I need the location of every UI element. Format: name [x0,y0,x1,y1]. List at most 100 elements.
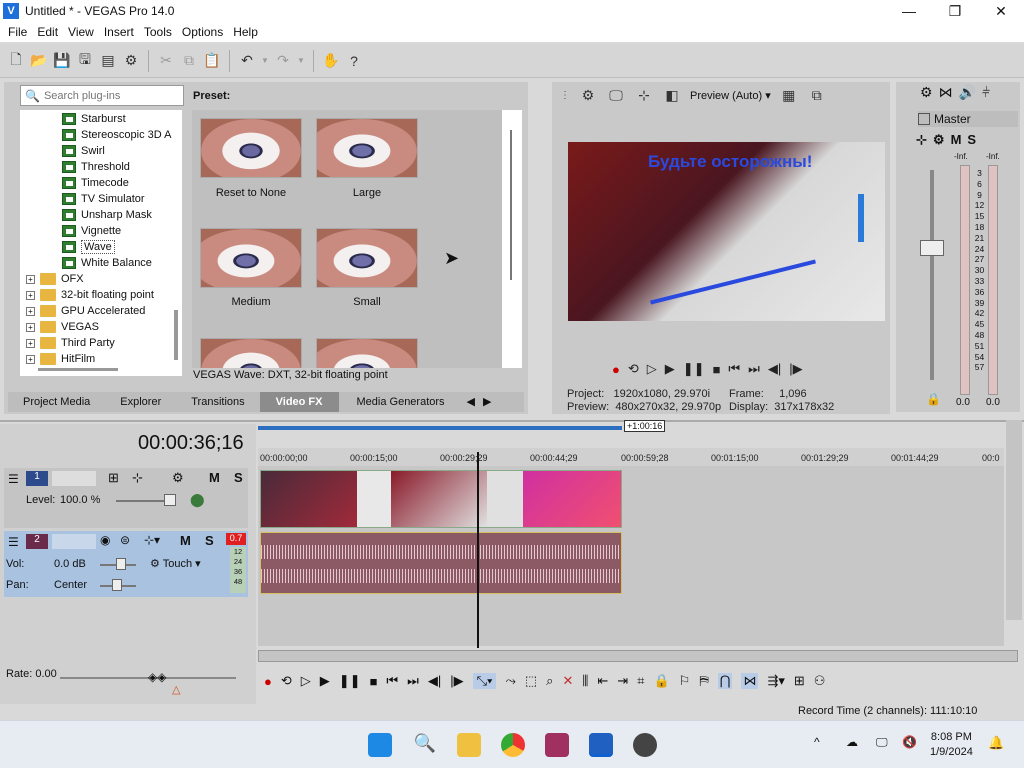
track-name-field[interactable] [52,534,96,549]
notification-bell-icon[interactable]: 🔔 [988,735,1004,751]
delete-icon[interactable]: ✕ [562,673,573,689]
enable-snapping-icon[interactable]: ✋ [321,51,341,71]
timeline-vertical-scrollbar[interactable] [1006,420,1022,620]
minimize-button[interactable]: — [886,0,932,22]
go-to-start-icon[interactable]: ⏮ [386,673,398,689]
previous-frame-icon[interactable]: ◀| [428,673,441,689]
preset-thumb-reset[interactable] [200,118,302,178]
tab-transitions[interactable]: Transitions [176,392,259,412]
expand-icon[interactable]: + [26,274,35,284]
envelope-tool-icon[interactable]: ⤳ [505,673,515,689]
menu-view[interactable]: View [63,25,99,39]
arm-record-icon[interactable]: ◉ [100,533,110,547]
onedrive-icon[interactable]: ☁ [846,735,858,749]
track-collapse-icon[interactable]: ☰ [8,472,19,486]
insert-region-icon[interactable]: ⛿ [699,673,708,689]
close-button[interactable]: ✕ [978,0,1024,22]
vegas-taskbar-icon[interactable] [589,733,613,757]
redo-dropdown-icon[interactable]: ▼ [296,51,306,71]
pause-icon[interactable]: ❚❚ [339,673,361,689]
save-as-icon[interactable]: 🖫 [75,51,95,71]
master-mute-button[interactable]: M [951,132,962,148]
automation-mode-dropdown[interactable]: ⚙ Touch ▾ [150,557,201,570]
record-icon[interactable]: ● [612,362,620,377]
tree-vertical-scrollbar[interactable] [174,310,178,360]
video-clip[interactable] [260,470,622,528]
stop-icon[interactable]: ■ [370,674,378,689]
copy-snapshot-icon[interactable]: ⧉ [807,85,827,105]
pan-slider-handle[interactable] [112,579,122,591]
tree-folder-32bit[interactable]: +32-bit floating point [26,287,154,303]
master-fx-icon[interactable]: ⊹ [916,132,927,148]
tree-folder-hitfilm[interactable]: + HitFilm [26,351,95,367]
tree-folder-third-party[interactable]: + Third Party [26,335,115,351]
preset-thumb-more[interactable] [200,338,302,368]
next-frame-icon[interactable]: |▶ [789,361,802,377]
expand-icon[interactable]: + [26,322,35,332]
chrome-icon[interactable] [501,733,525,757]
track2-mute-button[interactable]: M [180,533,191,548]
next-frame-icon[interactable]: |▶ [450,673,463,689]
master-solo-button[interactable]: S [967,132,976,148]
redo-icon[interactable]: ↷ [273,51,293,71]
lock-icon[interactable]: 🔒 [653,673,669,689]
start-menu-icon[interactable] [368,733,392,757]
selection-tool-icon[interactable]: ⬚ [525,673,537,689]
tree-item-timecode[interactable]: Timecode [62,175,129,191]
open-icon[interactable]: 📂 [29,51,49,71]
tree-folder-ofx[interactable]: + OFX [26,271,84,287]
master-lock-icon[interactable]: 🔒 [926,392,941,406]
track-fx-icon[interactable]: ⊜ [120,533,130,547]
tree-horizontal-scrollbar[interactable] [38,368,118,371]
file-explorer-icon[interactable] [457,733,481,757]
mixer-speaker-icon[interactable]: 🔊 [959,84,976,101]
paste-icon[interactable]: 📋 [202,51,222,71]
menu-file[interactable]: File [3,25,32,39]
loop-icon[interactable]: ⟲ [628,361,639,377]
record-icon[interactable]: ● [264,674,272,689]
cut-icon[interactable]: ✂ [156,51,176,71]
expand-icon[interactable]: + [26,338,35,348]
play-from-start-icon[interactable]: ▷ [647,361,657,377]
split-icon[interactable]: ⌗ [637,673,644,689]
preset-thumb-small[interactable] [316,228,418,288]
track2-solo-button[interactable]: S [205,533,214,548]
menu-edit[interactable]: Edit [32,25,63,39]
preview-device-icon[interactable]: 🖵 [606,85,626,105]
tree-item-swirl[interactable]: Swirl [62,143,105,159]
ignore-grouping-icon[interactable]: ⚇ [814,673,826,689]
maximize-button[interactable]: ❐ [932,0,978,22]
menu-options[interactable]: Options [177,25,228,39]
track-motion-icon[interactable]: ⊞ [108,470,119,486]
tree-item-white-balance[interactable]: White Balance [62,255,152,271]
tree-item-vignette[interactable]: Vignette [62,223,121,239]
go-to-start-icon[interactable]: ⏮ [728,361,740,377]
expand-icon[interactable]: + [26,290,35,300]
trim-start-icon[interactable]: ⇤ [597,673,608,689]
undo-dropdown-icon[interactable]: ▼ [260,51,270,71]
vol-slider-handle[interactable] [116,558,126,570]
level-slider-handle[interactable] [164,494,176,506]
grid-overlay-icon[interactable]: ▦ [779,85,799,105]
trim-end-icon[interactable]: ⇥ [617,673,628,689]
undo-icon[interactable]: ↶ [237,51,257,71]
preview-quality-dropdown[interactable]: Preview (Auto) ▾ [690,89,771,102]
network-icon[interactable]: 🖵 [876,735,888,750]
track-header-audio[interactable]: ☰ 2 ◉ ⊜ ⊹▾ M S 0.7 12 24 36 48 Vol: 0.0 … [4,531,248,597]
track1-solo-button[interactable]: S [234,470,243,485]
go-to-end-icon[interactable]: ⏭ [748,361,760,377]
render-as-icon[interactable]: ▤ [98,51,118,71]
menu-tools[interactable]: Tools [139,25,177,39]
track1-mute-button[interactable]: M [209,470,220,485]
tray-chevron-icon[interactable]: ^ [814,735,820,749]
lock-envelopes-icon[interactable]: ⊞ [794,673,805,689]
tabs-scroll-right-icon[interactable]: ▶ [479,392,495,412]
zoom-tool-icon[interactable]: ⌕ [546,673,553,689]
track-collapse-icon[interactable]: ☰ [8,535,19,549]
normal-edit-tool-icon[interactable]: ⤡▾ [472,673,497,689]
tree-item-unsharp-mask[interactable]: Unsharp Mask [62,207,152,223]
stop-icon[interactable]: ■ [713,362,721,377]
save-icon[interactable]: 💾 [52,51,72,71]
media-player-icon[interactable] [633,733,657,757]
trim-icon[interactable]: ⫼ [582,673,588,689]
